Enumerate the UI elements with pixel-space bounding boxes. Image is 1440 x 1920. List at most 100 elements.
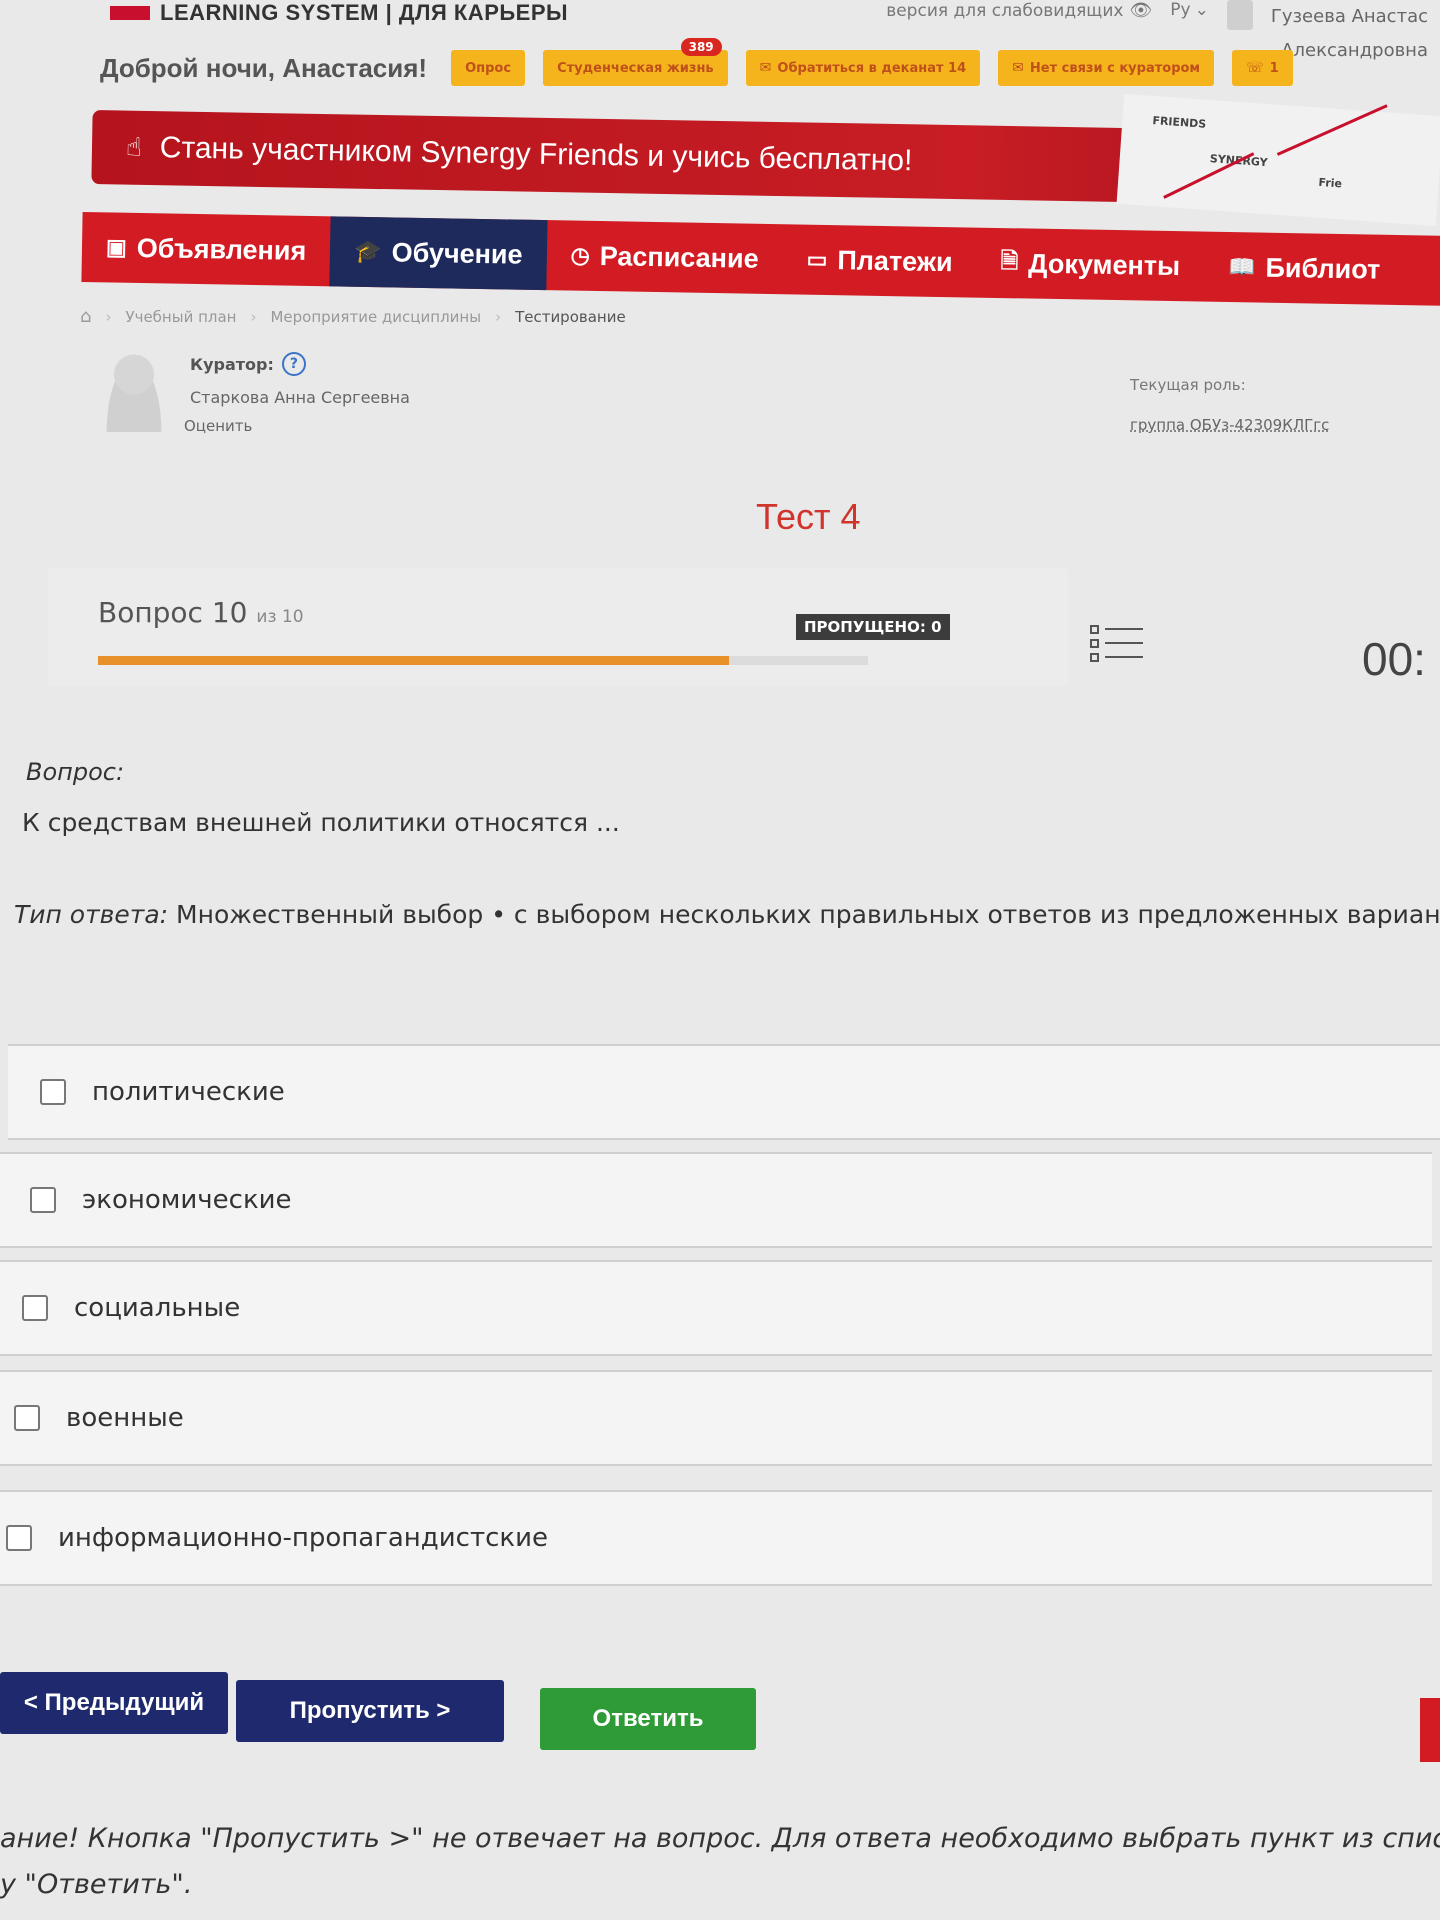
greeting-text: Доброй ночи, Анастасия! (100, 52, 428, 83)
student-life-button[interactable]: Студенческая жизнь 389 (543, 38, 728, 86)
option-checkbox[interactable] (14, 1405, 40, 1431)
option-checkbox[interactable] (22, 1295, 48, 1321)
breadcrumb-separator: › (495, 307, 502, 326)
skip-button[interactable]: Пропустить > (236, 1680, 504, 1742)
decorative-line (1276, 104, 1388, 156)
skip-warning-line2: у "Ответить". (0, 1869, 193, 1900)
answer-option[interactable]: военные (0, 1370, 1432, 1466)
skip-warning-line1: ание! Кнопка "Пропустить >" не отвечает … (0, 1823, 1440, 1854)
banner-illustration: FRIENDS SYNERGY Frie (1116, 93, 1440, 227)
answer-type-label: Тип ответа: (14, 900, 169, 929)
progress-panel: Вопрос 10 из 10 ПРОПУЩЕНО: 0 (48, 568, 1068, 686)
answer-option[interactable]: экономические (0, 1152, 1432, 1248)
question-counter: Вопрос 10 из 10 (98, 596, 304, 629)
nav-library[interactable]: 📖 Библиот (1203, 232, 1404, 305)
role-info: Текущая роль: группа ОБУз-42309КЛГгс (1130, 376, 1329, 434)
promo-banner-text: Стань участником Synergy Friends и учись… (159, 131, 913, 178)
survey-button[interactable]: Опрос (451, 50, 526, 86)
nav-schedule[interactable]: ◷ Расписание (546, 220, 783, 294)
answer-type-value: Множественный выбор • с выбором нескольк… (176, 900, 1440, 929)
language-label: Ру (1170, 0, 1191, 20)
option-label: экономические (82, 1185, 292, 1215)
option-checkbox[interactable] (6, 1525, 32, 1551)
contact-deanery-label: Обратиться в деканат 14 (777, 60, 967, 76)
answer-option[interactable]: политические (8, 1044, 1440, 1140)
test-title: Тест 4 (756, 496, 861, 537)
language-select[interactable]: Ру ⌄ (1170, 0, 1209, 20)
question-label: Вопрос: (26, 758, 125, 786)
nav-label: Документы (1028, 248, 1181, 281)
nav-documents[interactable]: 🗎 Документы (976, 228, 1205, 302)
breadcrumb: ⌂ › Учебный план › Мероприятие дисциплин… (80, 306, 626, 327)
graduation-cap-icon: 🎓 (354, 238, 382, 265)
option-label: социальные (74, 1293, 241, 1323)
document-icon: 🗎 (1000, 248, 1019, 274)
progress-bar (98, 656, 868, 665)
counter-pill[interactable]: ☏ 1 (1232, 50, 1293, 86)
curator-name: Старкова Анна Сергеевна (190, 388, 410, 407)
nav-label: Платежи (837, 244, 953, 277)
option-label: информационно-пропагандистские (58, 1523, 549, 1553)
book-icon: 📖 (1227, 254, 1256, 280)
money-icon: ▭ (806, 246, 828, 273)
answer-option[interactable]: информационно-пропагандистские (0, 1490, 1432, 1586)
counter-pill-label: 1 (1269, 60, 1279, 76)
breadcrumb-item[interactable]: Мероприятие дисциплины (270, 308, 481, 326)
answer-button[interactable]: Ответить (540, 1688, 756, 1750)
curator-label: Куратор: (190, 354, 274, 374)
progress-bar-fill (98, 656, 730, 665)
greeting-row: Доброй ночи, Анастасия! Опрос Студенческ… (100, 38, 1293, 86)
role-group-select[interactable]: группа ОБУз-42309КЛГгс (1130, 416, 1329, 434)
option-label: военные (66, 1403, 184, 1433)
announcements-icon: ▣ (105, 234, 128, 260)
answer-option[interactable]: социальные (0, 1260, 1432, 1356)
chat-icon: ✉ (759, 60, 772, 76)
chat-icon: ✉ (1012, 60, 1024, 76)
home-icon[interactable]: ⌂ (80, 306, 91, 327)
breadcrumb-separator: › (250, 307, 257, 326)
nav-announcements[interactable]: ▣ Объявления (81, 212, 330, 286)
eye-icon: 👁 (1129, 0, 1153, 21)
user-name[interactable]: Гузеева Анастас Александровна (1271, 0, 1428, 68)
nav-label: Обучение (391, 236, 523, 270)
option-checkbox[interactable] (40, 1079, 66, 1105)
question-counter-current: 10 (211, 596, 248, 629)
option-checkbox[interactable] (30, 1187, 56, 1213)
question-counter-total: из 10 (256, 607, 304, 627)
logo-icon (110, 6, 150, 20)
curator-label-row: Куратор: ? (190, 352, 410, 376)
curator-avatar (102, 350, 166, 432)
finish-button-edge[interactable] (1420, 1698, 1440, 1762)
question-counter-label: Вопрос (98, 596, 203, 629)
clock-icon: ◷ (570, 242, 590, 268)
question-text: К средствам внешней политики относятся .… (22, 808, 620, 837)
user-name-line2: Александровна (1281, 40, 1428, 61)
banner-art-label: Frie (1318, 175, 1343, 191)
no-curator-contact-label: Нет связи с куратором (1029, 60, 1201, 76)
nav-label: Библиот (1265, 252, 1381, 285)
nav-payments[interactable]: ▭ Платежи (782, 224, 977, 297)
user-avatar[interactable] (1226, 0, 1253, 30)
student-life-label: Студенческая жизнь (557, 60, 714, 76)
contact-deanery-button[interactable]: ✉ Обратиться в деканат 14 (745, 50, 981, 86)
logo-text: LEARNING SYSTEM | ДЛЯ КАРЬЕРЫ (160, 0, 569, 25)
nav-label: Расписание (599, 240, 759, 274)
promo-banner[interactable]: ☝ Стань участником Synergy Friends и учи… (91, 110, 1193, 204)
breadcrumb-item[interactable]: Учебный план (125, 308, 236, 326)
curator-info: Куратор: ? Старкова Анна Сергеевна Оцени… (184, 352, 410, 435)
skipped-badge: ПРОПУЩЕНО: 0 (796, 614, 950, 640)
option-label: политические (92, 1077, 285, 1107)
breadcrumb-current: Тестирование (515, 307, 626, 326)
no-curator-contact-button[interactable]: ✉ Нет связи с куратором (998, 50, 1215, 86)
rate-curator-link[interactable]: Оценить (184, 417, 410, 435)
role-label: Текущая роль: (1130, 376, 1246, 394)
previous-button[interactable]: < Предыдущий (0, 1672, 228, 1734)
nav-learning[interactable]: 🎓 Обучение (329, 216, 548, 291)
question-list-icon[interactable] (1090, 622, 1148, 670)
help-icon[interactable]: ? (281, 352, 306, 376)
user-name-line1: Гузеева Анастас (1270, 6, 1428, 27)
banner-art-label: FRIENDS (1151, 114, 1207, 131)
accessibility-link[interactable]: версия для слабовидящих 👁 (886, 0, 1152, 21)
decorative-line (1163, 152, 1255, 199)
breadcrumb-separator: › (105, 307, 112, 326)
